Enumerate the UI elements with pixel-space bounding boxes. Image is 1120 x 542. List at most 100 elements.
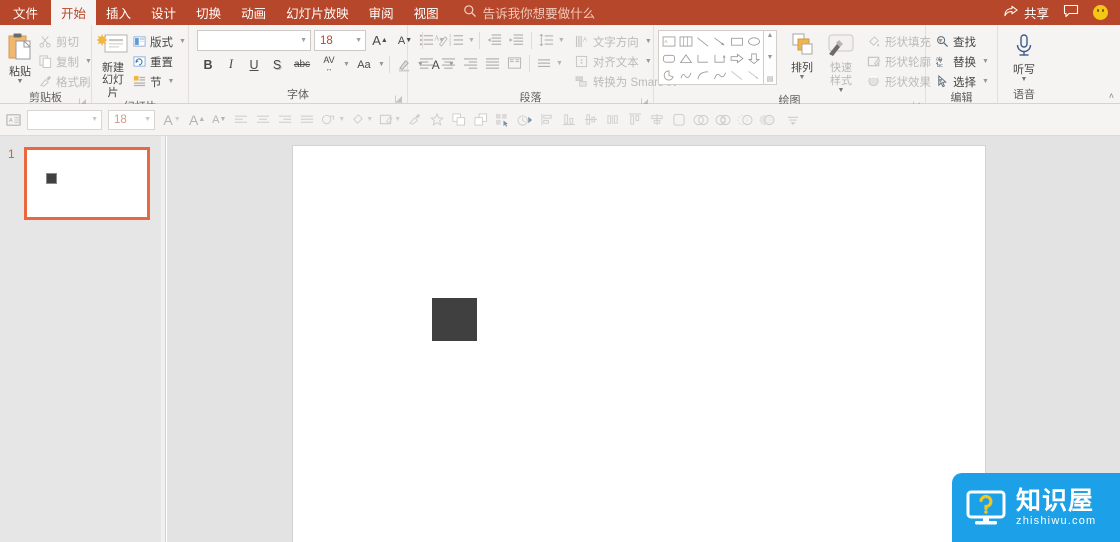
character-spacing-button[interactable]: AV ↔ <box>316 54 342 75</box>
bold-button[interactable]: B <box>197 54 219 75</box>
shape-vertical-textbox-icon[interactable] <box>677 33 694 50</box>
shape-ellipse-icon[interactable] <box>745 33 762 50</box>
find-button[interactable]: 查找 <box>932 32 993 51</box>
comments-button[interactable] <box>1063 4 1079 21</box>
tell-me-search[interactable]: 告诉我你想要做什么 <box>449 0 604 25</box>
tab-transitions[interactable]: 切换 <box>186 0 231 25</box>
new-slide-button[interactable]: 新建 幻灯片 <box>96 30 129 100</box>
tab-insert[interactable]: 插入 <box>96 0 141 25</box>
account-button[interactable] <box>1093 5 1108 20</box>
chevron-down-icon[interactable]: ▼ <box>799 74 806 81</box>
increase-indent-button[interactable] <box>506 30 527 50</box>
tab-home[interactable]: 开始 <box>51 0 97 25</box>
chevron-down-icon[interactable]: ▼ <box>296 37 307 44</box>
mini-send-backward-button[interactable] <box>470 108 492 132</box>
align-left-button[interactable] <box>416 53 437 73</box>
text-box-icon[interactable]: A <box>2 108 24 132</box>
mini-align-middle-button[interactable] <box>580 108 602 132</box>
chevron-down-icon[interactable]: ▼ <box>168 78 175 85</box>
shape-line-icon[interactable] <box>694 33 711 50</box>
shape-elbow-connector-icon[interactable] <box>694 50 711 67</box>
replace-button[interactable]: ab ac 替换 ▼ <box>932 52 993 71</box>
tab-review[interactable]: 审阅 <box>359 0 404 25</box>
chevron-down-icon[interactable]: ▼ <box>645 58 652 65</box>
mini-more-button[interactable] <box>782 108 804 132</box>
mini-font-size-combo[interactable]: 18 ▼ <box>108 109 155 130</box>
slide-canvas[interactable] <box>293 146 985 542</box>
chevron-down-icon[interactable]: ▼ <box>438 37 445 44</box>
mini-selection-pane-button[interactable] <box>492 108 514 132</box>
cut-button[interactable]: 剪切 <box>35 32 96 51</box>
columns-button[interactable] <box>504 53 525 73</box>
paste-button[interactable]: 粘贴 ▼ <box>5 30 35 85</box>
chevron-down-icon[interactable]: ▼ <box>351 37 362 44</box>
mini-bring-forward-button[interactable] <box>448 108 470 132</box>
shape-pie-icon[interactable] <box>660 67 677 84</box>
bullets-button[interactable] <box>416 30 437 50</box>
dictate-button[interactable]: 听写 ▼ <box>1003 30 1045 83</box>
tab-view[interactable]: 视图 <box>404 0 449 25</box>
copy-button[interactable]: 复制 ▼ <box>35 52 96 71</box>
mini-subtract-shapes-button[interactable] <box>756 108 778 132</box>
shape-scribble-icon[interactable] <box>677 67 694 84</box>
text-shadow-button[interactable]: S <box>266 54 288 75</box>
shape-rounded-rect-icon[interactable] <box>660 50 677 67</box>
tab-slideshow[interactable]: 幻灯片放映 <box>276 0 359 25</box>
chevron-down-icon[interactable]: ▼ <box>179 38 186 45</box>
mini-align-center-button[interactable] <box>252 108 274 132</box>
mini-align-right-button[interactable] <box>274 108 296 132</box>
align-right-button[interactable] <box>460 53 481 73</box>
shape-elbow-arrow-icon[interactable] <box>711 50 728 67</box>
mini-combine-shapes-button[interactable] <box>690 108 712 132</box>
mini-font-color-button[interactable]: A ▼ <box>158 108 186 132</box>
slide-thumbnail-panel[interactable]: 1 <box>0 136 166 542</box>
chevron-down-icon[interactable]: ▼ <box>982 58 989 65</box>
decrease-indent-button[interactable] <box>484 30 505 50</box>
chevron-up-icon[interactable]: ▲ <box>767 32 774 39</box>
italic-button[interactable]: I <box>220 54 242 75</box>
section-button[interactable]: 节 ▼ <box>129 72 190 91</box>
shape-textbox-icon[interactable]: A <box>660 33 677 50</box>
font-name-combo[interactable]: ▼ <box>197 30 311 51</box>
shape-arc-icon[interactable] <box>694 67 711 84</box>
tab-design[interactable]: 设计 <box>141 0 186 25</box>
chevron-down-icon[interactable]: ▼ <box>140 116 151 123</box>
shape-down-arrow-icon[interactable] <box>745 50 762 67</box>
shapes-gallery[interactable]: A <box>658 30 764 85</box>
dialog-launcher-icon[interactable] <box>79 96 87 106</box>
quick-styles-button[interactable]: 快速样式 ▼ <box>825 30 857 94</box>
shape-freeform-arrow-icon[interactable] <box>745 67 762 84</box>
mini-animation-button[interactable] <box>514 108 536 132</box>
mini-align-left-button[interactable] <box>230 108 252 132</box>
chevron-down-icon[interactable]: ▼ <box>556 60 563 67</box>
mini-align-center-obj-button[interactable] <box>646 108 668 132</box>
slide-thumbnail-frame[interactable] <box>24 147 150 220</box>
mini-format-painter-button[interactable] <box>404 108 426 132</box>
strikethrough-button[interactable]: abc <box>289 54 315 75</box>
shape-right-arrow-icon[interactable] <box>728 50 745 67</box>
chevron-down-icon[interactable]: ▼ <box>982 78 989 85</box>
arrange-button[interactable]: 排列 ▼ <box>787 30 817 81</box>
chevron-down-icon[interactable]: ▼ <box>468 37 475 44</box>
dialog-launcher-icon[interactable] <box>641 96 649 106</box>
chevron-down-icon[interactable]: ▼ <box>87 116 98 123</box>
align-center-button[interactable] <box>438 53 459 73</box>
shape-triangle-icon[interactable] <box>677 50 694 67</box>
chevron-down-icon[interactable]: ▼ <box>558 37 565 44</box>
slide-thumbnail-1[interactable] <box>24 147 150 220</box>
change-case-button[interactable]: Aa <box>351 54 377 75</box>
chevron-down-icon[interactable]: ▼ <box>378 61 385 68</box>
mini-shape-outline-button[interactable]: ▼ <box>376 108 404 132</box>
font-size-combo[interactable]: 18 ▼ <box>314 30 366 51</box>
mini-shrink-font-button[interactable]: A ▼ <box>208 108 230 132</box>
line-spacing-button[interactable] <box>536 30 557 50</box>
numbering-button[interactable]: 123 <box>446 30 467 50</box>
layout-button[interactable]: 版式 ▼ <box>129 32 190 51</box>
mini-align-left-obj-button[interactable] <box>624 108 646 132</box>
mini-intersect-shapes-button[interactable] <box>734 108 756 132</box>
mini-union-shapes-button[interactable] <box>668 108 690 132</box>
columns-layout-button[interactable] <box>534 53 555 73</box>
mini-fragment-shapes-button[interactable] <box>712 108 734 132</box>
mini-fill-color-button[interactable]: ▼ <box>348 108 376 132</box>
dialog-launcher-icon[interactable] <box>395 93 403 103</box>
